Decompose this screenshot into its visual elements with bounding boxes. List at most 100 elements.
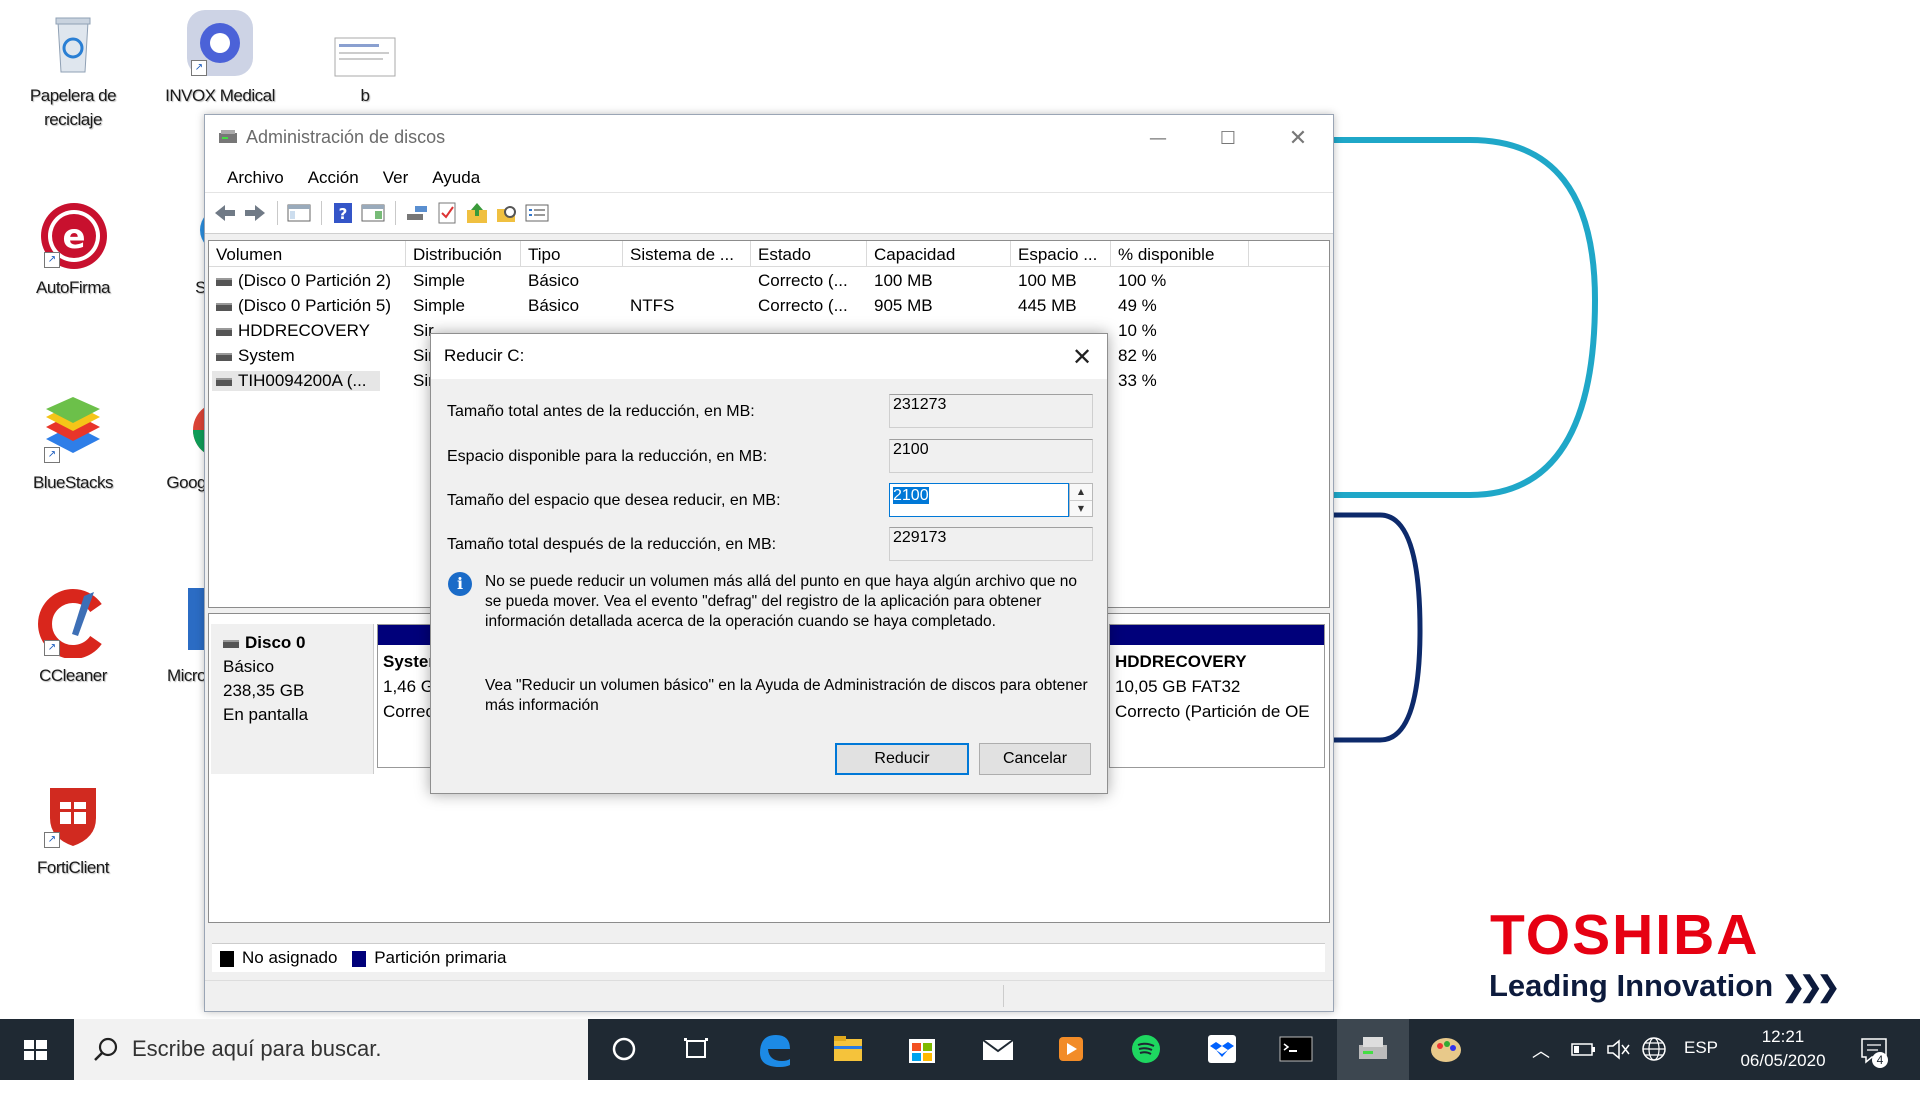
shrink-amount-input[interactable]: 2100 [889,483,1069,517]
menu-ayuda[interactable]: Ayuda [420,162,492,192]
microsoft-store-icon[interactable] [886,1019,958,1080]
spin-down-icon[interactable]: ▼ [1070,500,1092,517]
column-header-estado[interactable]: Estado [751,241,867,266]
status-bar [205,980,1333,1011]
window-titlebar[interactable]: Administración de discos — ☐ ✕ [205,115,1333,162]
column-header-espacio[interactable]: Espacio ... [1011,241,1111,266]
clock[interactable]: 12:21 06/05/2020 [1733,1025,1833,1086]
minimize-button[interactable]: — [1123,115,1193,162]
mail-icon[interactable] [962,1019,1034,1080]
document-thumbnail-icon [330,8,400,78]
task-view-icon[interactable] [660,1019,732,1080]
forticlient-icon: ↗ [38,780,108,850]
desktop-icon-bluestacks[interactable]: ↗ BlueStacks [18,395,128,495]
desktop-icon-label: b [360,86,370,105]
column-header-distribucion[interactable]: Distribución [406,241,521,266]
checklist-icon[interactable] [435,202,459,224]
desktop-icon-partial-s[interactable]: S [150,200,206,300]
menu-archivo[interactable]: Archivo [215,162,296,192]
disk-0-label[interactable]: Disco 0 Básico 238,35 GB En pantalla [211,624,374,774]
disk-name: Disco 0 [245,633,306,652]
desktop-icon-invox-medical[interactable]: ↗ INVOX Medical [165,8,275,108]
desktop-icon-google-chrome[interactable]: Goog [150,395,206,495]
taskbar-search-box[interactable]: Escribe aquí para buscar. [74,1019,588,1080]
maximize-button[interactable]: ☐ [1193,115,1263,162]
close-button[interactable]: ✕ [1263,115,1333,162]
connect-disk-icon[interactable] [405,202,429,224]
microsoft-app-icon [186,588,206,658]
desktop-icon-forticlient[interactable]: ↗ FortiClient [18,780,128,880]
dialog-titlebar[interactable]: Reducir C: ✕ [431,334,1107,379]
language-indicator[interactable]: ESP [1684,1038,1718,1099]
shortcut-arrow-icon: ↗ [44,447,60,463]
windows-start-icon[interactable] [0,1019,72,1080]
cell-capacidad: 100 MB [874,271,933,290]
shrink-dialog[interactable]: Reducir C: ✕ Tamaño total antes de la re… [430,333,1108,794]
properties-icon[interactable] [525,202,549,224]
show-hidden-icons-chevron-icon[interactable]: ︿ [1532,1037,1550,1098]
search-placeholder: Escribe aquí para buscar. [132,1036,382,1061]
media-player-icon[interactable] [1035,1019,1107,1080]
table-row[interactable]: (Disco 0 Partición 2) Simple Básico Corr… [209,268,1329,293]
forward-arrow-icon[interactable] [243,202,267,224]
back-arrow-icon[interactable] [213,202,237,224]
disk-size: 238,35 GB [223,681,305,700]
total-before-value: 231273 [889,394,1093,428]
svg-text:e: e [62,217,85,257]
available-value: 2100 [889,439,1093,473]
help-text: Vea "Reducir un volumen básico" en la Ay… [485,677,1088,714]
disk-management-taskbar-icon[interactable] [1337,1019,1409,1080]
up-folder-icon[interactable] [465,202,489,224]
menu-accion[interactable]: Acción [296,162,371,192]
edge-browser-icon[interactable] [738,1019,810,1080]
file-explorer-icon[interactable] [812,1019,884,1080]
search-folder-icon[interactable] [495,202,519,224]
google-chrome-icon [186,395,206,465]
desktop-icon-autofirma[interactable]: e ↗ AutoFirma [18,200,128,300]
field-label-available: Espacio disponible para la reducción, en… [447,448,768,465]
toolbar: ? [205,192,1333,234]
column-header-tipo[interactable]: Tipo [521,241,623,266]
toshiba-logo: TOSHIBA [1490,903,1760,967]
table-row[interactable]: (Disco 0 Partición 5) Simple Básico NTFS… [209,293,1329,318]
desktop-icon-b[interactable]: b [310,8,420,108]
desktop-icon-label: S [195,278,206,297]
shrink-amount-spinner[interactable]: ▲ ▼ [1069,483,1093,517]
partition-hddrecovery[interactable]: HDDRECOVERY 10,05 GB FAT32 Correcto (Par… [1109,624,1325,768]
spotify-icon[interactable] [1110,1019,1182,1080]
desktop-icon-ccleaner[interactable]: ↗ CCleaner [18,588,128,688]
dropbox-icon[interactable] [1186,1019,1258,1080]
cell-volumen: HDDRECOVERY [238,321,370,340]
paint-icon[interactable] [1410,1019,1482,1080]
show-pane-icon[interactable] [361,202,385,224]
network-globe-icon[interactable] [1640,1019,1668,1080]
cortana-icon[interactable] [588,1019,660,1080]
battery-icon[interactable] [1570,1019,1596,1080]
shortcut-arrow-icon: ↗ [44,640,60,656]
spin-up-icon[interactable]: ▲ [1070,484,1092,500]
disk-status: En pantalla [223,705,309,724]
console-tree-icon[interactable] [287,202,311,224]
notification-count-badge: 4 [1872,1052,1888,1068]
cell-capacidad: 905 MB [874,296,933,315]
desktop-icon-recycle-bin[interactable]: Papelera de reciclaje [18,8,128,132]
menu-ver[interactable]: Ver [371,162,421,192]
column-header-capacidad[interactable]: Capacidad [867,241,1011,266]
legend: No asignado Partición primaria [212,943,1325,972]
cell-sistema: NTFS [630,296,675,315]
column-header-volumen[interactable]: Volumen [209,241,406,266]
dialog-close-icon[interactable]: ✕ [1065,340,1099,374]
volume-icon [216,327,232,336]
desktop-icon-microsoft[interactable]: Micro [150,588,206,688]
volume-icon [216,352,232,361]
command-prompt-icon[interactable] [1260,1019,1332,1080]
desktop-icon-label: BlueStacks [32,473,114,492]
notifications-icon[interactable] [1858,1019,1894,1080]
help-icon[interactable]: ? [331,202,355,224]
column-header-sistema[interactable]: Sistema de ... [623,241,751,266]
cell-volumen: TIH0094200A (... [238,371,367,390]
cancel-button[interactable]: Cancelar [979,743,1091,775]
volume-muted-icon[interactable] [1605,1019,1631,1080]
column-header-disponible[interactable]: % disponible [1111,241,1249,266]
reduce-button[interactable]: Reducir [835,743,969,775]
